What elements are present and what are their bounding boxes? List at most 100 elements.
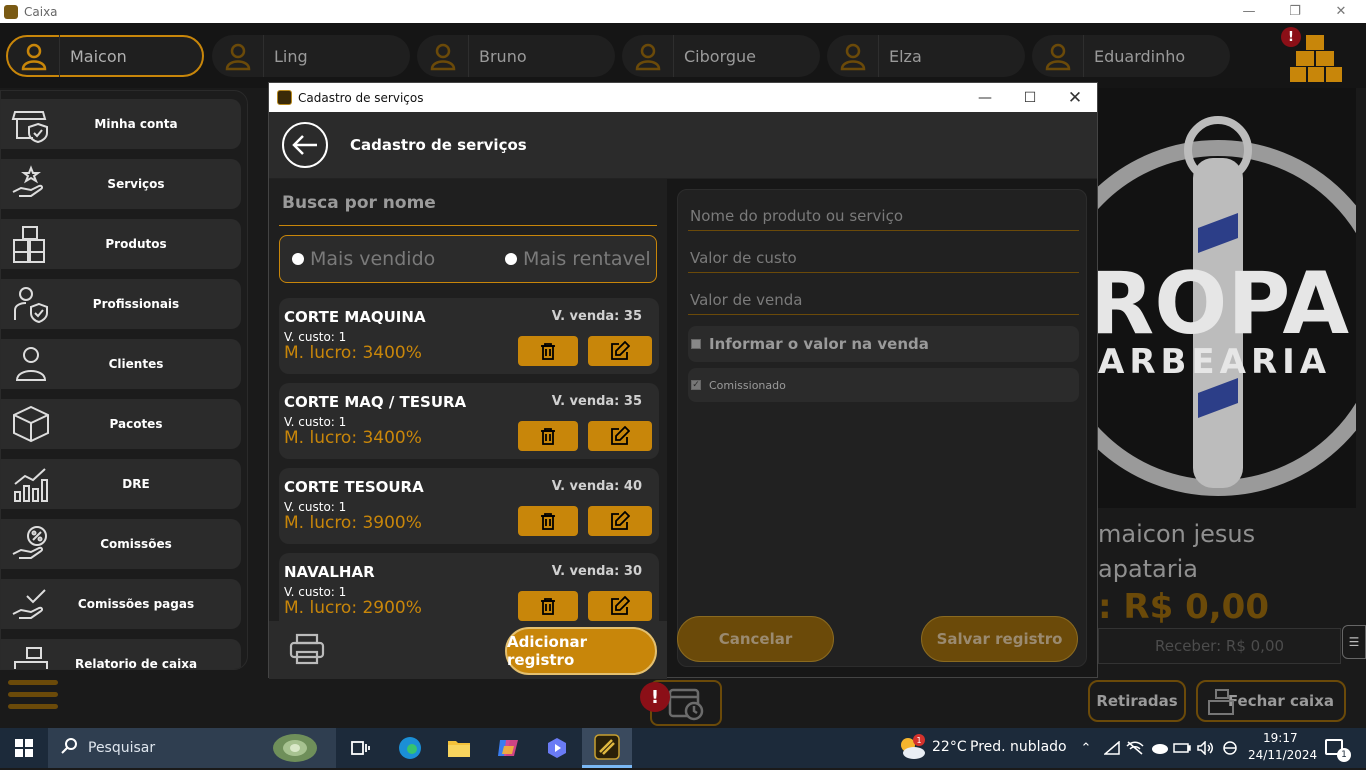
name-field[interactable]: Nome do produto ou serviço xyxy=(688,207,1079,231)
user-tab-ciborgue[interactable]: Ciborgue xyxy=(622,35,820,77)
sidebar-item-comissoes-pagas[interactable]: Comissões pagas xyxy=(1,579,241,629)
person-shield-icon xyxy=(1,279,61,329)
user-icon xyxy=(8,35,60,77)
onedrive-icon[interactable] xyxy=(1147,736,1171,760)
user-tab-ling[interactable]: Ling xyxy=(212,35,410,77)
dialog-header-title: Cadastro de serviços xyxy=(350,136,527,154)
clock-date[interactable]: 24/11/2024 xyxy=(1248,748,1317,762)
edge-icon[interactable] xyxy=(398,736,422,760)
volume-icon[interactable] xyxy=(1194,736,1218,760)
delete-button[interactable] xyxy=(518,591,578,621)
sidebar-item-pacotes[interactable]: Pacotes xyxy=(1,399,241,449)
sidebar-item-label: Serviços xyxy=(107,177,165,191)
barbershop-logo-panel: ROPA ARBEARIA xyxy=(1040,88,1366,508)
dialog-titlebar: Cadastro de serviços — ☐ ✕ xyxy=(269,83,1097,112)
price-field[interactable]: Valor de venda xyxy=(688,291,1079,315)
file-explorer-icon[interactable] xyxy=(447,736,471,760)
commissioned-checkbox-row[interactable]: ✓ Comissionado xyxy=(688,368,1079,402)
connect-icon[interactable] xyxy=(1218,736,1242,760)
edit-button[interactable] xyxy=(588,421,652,451)
user-tab-eduardinho[interactable]: Eduardinho xyxy=(1032,35,1230,77)
receber-field[interactable]: Receber: R$ 0,00 xyxy=(1098,628,1341,664)
caixa-app-icon xyxy=(594,733,620,760)
close-button[interactable]: ✕ xyxy=(1318,0,1364,23)
commissioned-checkbox[interactable]: ✓ xyxy=(691,380,701,390)
restore-button[interactable]: ❐ xyxy=(1272,0,1318,23)
weather-desc[interactable]: Pred. nublado xyxy=(970,739,1067,755)
service-card[interactable]: NAVALHAR V. venda: 30 V. custo: 1 M. luc… xyxy=(279,553,659,621)
user-icon xyxy=(212,35,264,77)
dialog-minimize-button[interactable]: — xyxy=(962,83,1008,112)
service-card[interactable]: CORTE MAQ / TESURA V. venda: 35 V. custo… xyxy=(279,383,659,459)
chevron-up-icon[interactable]: ⌃ xyxy=(1074,736,1098,760)
video-app-icon[interactable] xyxy=(545,736,569,760)
service-cost: V. custo: 1 xyxy=(284,415,347,429)
filter-mais-vendidos-label[interactable]: Mais vendidos xyxy=(310,248,435,270)
printer-icon[interactable] xyxy=(289,633,325,669)
user-tab-bruno[interactable]: Bruno xyxy=(417,35,615,77)
add-record-button[interactable]: Adicionar registro xyxy=(505,627,657,675)
fechar-caixa-button[interactable]: Fechar caixa xyxy=(1196,680,1346,722)
sidebar-item-profissionais[interactable]: Profissionais xyxy=(1,279,241,329)
service-name: CORTE MAQUINA xyxy=(284,308,426,326)
search-input[interactable]: Busca por nome xyxy=(282,193,436,213)
filter-mais-rentavel-label[interactable]: Mais rentavel xyxy=(523,248,651,270)
service-form-panel: Nome do produto ou serviço Valor de cust… xyxy=(667,179,1097,677)
user-icon xyxy=(622,35,674,77)
clock-time[interactable]: 19:17 xyxy=(1263,731,1298,745)
weather-temp[interactable]: 22°C xyxy=(932,739,967,755)
windows-start-icon[interactable] xyxy=(12,736,36,760)
sidebar-item-clientes[interactable]: Clientes xyxy=(1,339,241,389)
sidebar: Minha conta Serviços Produtos Profission… xyxy=(0,90,248,670)
delete-button[interactable] xyxy=(518,421,578,451)
name-underline xyxy=(688,230,1079,231)
dialog-maximize-button[interactable]: ☐ xyxy=(1007,83,1053,112)
trash-icon xyxy=(541,343,555,360)
save-record-button[interactable]: Salvar registro xyxy=(921,616,1078,662)
service-card[interactable]: CORTE MAQUINA V. venda: 35 V. custo: 1 M… xyxy=(279,298,659,374)
service-card[interactable]: CORTE TESOURA V. venda: 40 V. custo: 1 M… xyxy=(279,468,659,544)
side-tab-icon[interactable]: ☰ xyxy=(1342,625,1366,659)
sidebar-item-servicos[interactable]: Serviços xyxy=(1,159,241,209)
copilot-icon[interactable] xyxy=(496,736,520,760)
sidebar-item-dre[interactable]: DRE xyxy=(1,459,241,509)
edit-button[interactable] xyxy=(588,506,652,536)
service-name: CORTE TESOURA xyxy=(284,478,424,496)
retiradas-button[interactable]: Retiradas xyxy=(1088,680,1186,722)
user-tab-maicon[interactable]: Maicon xyxy=(6,35,204,77)
edit-button[interactable] xyxy=(588,591,652,621)
delete-button[interactable] xyxy=(518,506,578,536)
user-name: Bruno xyxy=(479,46,527,66)
edit-button[interactable] xyxy=(588,336,652,366)
battery-icon[interactable] xyxy=(1170,736,1194,760)
sidebar-item-label: Pacotes xyxy=(109,417,163,431)
taskbar-search[interactable]: Pesquisar xyxy=(48,728,336,768)
sidebar-item-minha-conta[interactable]: Minha conta xyxy=(1,99,241,149)
cancel-button[interactable]: Cancelar xyxy=(677,616,834,662)
inform-value-checkbox[interactable] xyxy=(691,339,701,349)
stock-alert-badge: ! xyxy=(1281,27,1301,47)
network-icon[interactable] xyxy=(1100,736,1124,760)
sidebar-item-relatorio-caixa[interactable]: Relatorio de caixa xyxy=(1,639,241,669)
task-view-icon[interactable] xyxy=(348,736,372,760)
dialog-close-button[interactable]: ✕ xyxy=(1052,83,1098,112)
user-tab-elza[interactable]: Elza xyxy=(827,35,1025,77)
sidebar-item-comissoes[interactable]: Comissões xyxy=(1,519,241,569)
radio-mais-rentavel[interactable] xyxy=(505,253,517,265)
back-arrow-icon[interactable] xyxy=(282,122,328,168)
cost-underline xyxy=(688,272,1079,273)
hand-percent-icon xyxy=(1,519,61,569)
services-dialog: Cadastro de serviços — ☐ ✕ Cadastro de s… xyxy=(268,82,1098,679)
radio-mais-vendidos[interactable] xyxy=(292,253,304,265)
menu-icon[interactable] xyxy=(8,680,58,716)
app-logo-icon xyxy=(4,4,18,19)
sidebar-item-produtos[interactable]: Produtos xyxy=(1,219,241,269)
cost-field[interactable]: Valor de custo xyxy=(688,249,1079,273)
service-margin: M. lucro: 3400% xyxy=(284,428,422,448)
delete-button[interactable] xyxy=(518,336,578,366)
inform-value-checkbox-row[interactable]: Informar o valor na venda xyxy=(688,326,1079,362)
minimize-button[interactable]: — xyxy=(1226,0,1272,23)
caixa-app-taskbar-button[interactable] xyxy=(582,728,632,768)
wifi-off-icon[interactable] xyxy=(1123,736,1147,760)
filter-group: Mais vendidos Mais rentavel xyxy=(279,235,657,283)
